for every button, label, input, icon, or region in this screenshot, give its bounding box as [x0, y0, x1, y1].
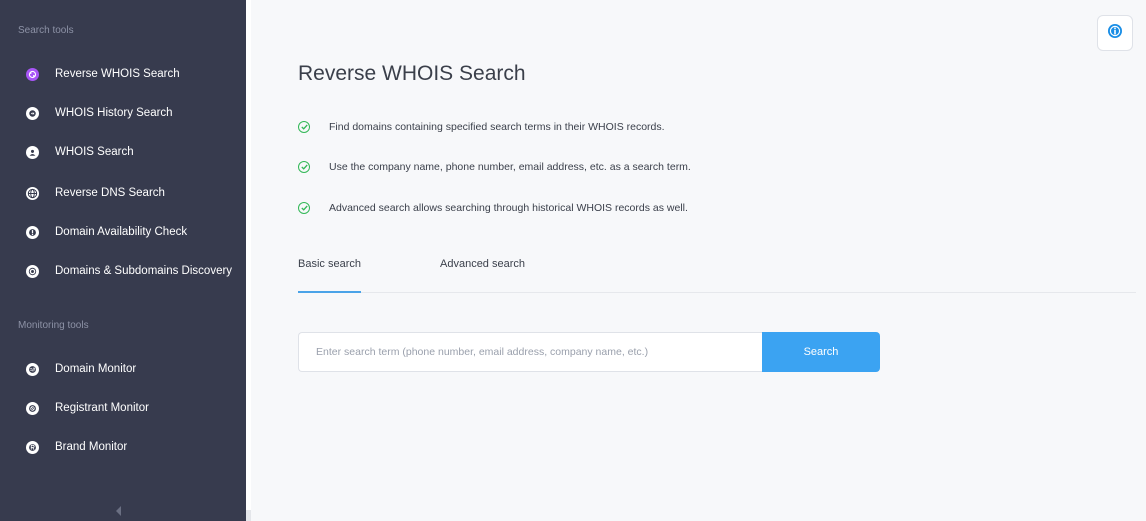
- info-icon: [1107, 23, 1123, 44]
- sidebar-item-domain-monitor[interactable]: Domain Monitor: [0, 354, 246, 384]
- feature-text: Find domains containing specified search…: [329, 121, 665, 133]
- feature-text: Advanced search allows searching through…: [329, 202, 688, 214]
- info-button[interactable]: [1097, 15, 1133, 51]
- tabs-divider: [298, 292, 1136, 293]
- exclamation-icon: [26, 225, 39, 239]
- tab-advanced-search[interactable]: Advanced search: [440, 258, 525, 270]
- sidebar-item-label: Brand Monitor: [55, 441, 128, 453]
- sidebar-item-label: Reverse DNS Search: [55, 187, 165, 199]
- collapse-sidebar-icon[interactable]: [116, 506, 121, 516]
- search-input[interactable]: [298, 332, 762, 372]
- sidebar-scrollbar[interactable]: [246, 0, 251, 521]
- sidebar-item-whois-search[interactable]: WHOIS Search: [0, 137, 246, 167]
- sidebar-item-label: WHOIS Search: [55, 146, 134, 158]
- feature-item: Find domains containing specified search…: [298, 121, 665, 133]
- globe-icon: [26, 186, 39, 200]
- active-tab-indicator: [298, 291, 361, 293]
- feature-item: Advanced search allows searching through…: [298, 202, 688, 214]
- check-circle-icon: [298, 202, 310, 214]
- sidebar-item-brand-monitor[interactable]: Brand Monitor: [0, 432, 246, 462]
- sidebar-item-label: Domains & Subdomains Discovery: [55, 265, 233, 277]
- scrollbar-thumb[interactable]: [246, 0, 251, 510]
- sidebar-item-reverse-dns-search[interactable]: Reverse DNS Search: [0, 178, 246, 208]
- sidebar-item-label: Registrant Monitor: [55, 402, 149, 414]
- search-button[interactable]: Search: [762, 332, 880, 372]
- sidebar-item-label: Domain Monitor: [55, 363, 137, 375]
- sidebar: Search tools Reverse WHOIS Search WHOIS …: [0, 0, 246, 521]
- monitoring-tools-section-title: Monitoring tools: [18, 320, 89, 331]
- tab-basic-search[interactable]: Basic search: [298, 258, 361, 270]
- feature-item: Use the company name, phone number, emai…: [298, 161, 691, 173]
- sidebar-item-reverse-whois-search[interactable]: Reverse WHOIS Search: [0, 59, 246, 89]
- sidebar-item-domain-availability-check[interactable]: Domain Availability Check: [0, 217, 246, 247]
- sidebar-item-registrant-monitor[interactable]: Registrant Monitor: [0, 393, 246, 423]
- page-title: Reverse WHOIS Search: [298, 62, 526, 85]
- sidebar-item-label: Reverse WHOIS Search: [55, 68, 180, 80]
- sidebar-item-label: WHOIS History Search: [55, 107, 173, 119]
- search-tools-section-title: Search tools: [18, 25, 74, 36]
- target-icon: [26, 264, 39, 278]
- check-circle-icon: [298, 161, 310, 173]
- registered-icon: [26, 440, 39, 454]
- history-icon: [26, 106, 39, 120]
- sidebar-item-domains-subdomains-discovery[interactable]: Domains & Subdomains Discovery: [0, 256, 246, 286]
- reverse-whois-icon: [26, 67, 39, 81]
- user-circle-icon: [26, 145, 39, 159]
- sidebar-item-whois-history-search[interactable]: WHOIS History Search: [0, 98, 246, 128]
- sidebar-item-label: Domain Availability Check: [55, 226, 188, 238]
- domain-monitor-icon: [26, 362, 39, 376]
- feature-text: Use the company name, phone number, emai…: [329, 161, 691, 173]
- check-circle-icon: [298, 121, 310, 133]
- registrant-icon: [26, 401, 39, 415]
